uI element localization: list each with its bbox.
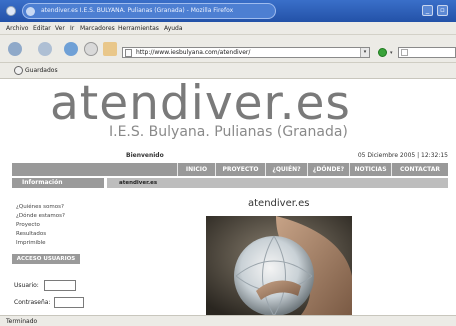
back-icon[interactable] bbox=[8, 42, 22, 56]
page-icon bbox=[125, 49, 132, 57]
side-link-proyecto[interactable]: Proyecto bbox=[16, 222, 65, 231]
featured-photo bbox=[206, 216, 352, 315]
minimize-button[interactable]: _ bbox=[422, 5, 433, 16]
nav-quien[interactable]: ¿QUIÉN? bbox=[265, 163, 307, 176]
forward-icon[interactable] bbox=[38, 42, 52, 56]
nav-contactar[interactable]: CONTACTAR bbox=[391, 163, 448, 176]
window-title-text: atendiver.es I.E.S. BULYANA. Pulianas (G… bbox=[41, 7, 234, 14]
menu-bar: Archivo Editar Ver Ir Marcadores Herrami… bbox=[0, 22, 456, 35]
address-dropdown-icon[interactable]: ▾ bbox=[360, 48, 369, 57]
nav-proyecto[interactable]: PROYECTO bbox=[215, 163, 265, 176]
go-dropdown-icon[interactable]: ▾ bbox=[390, 50, 395, 56]
side-link-quienes[interactable]: ¿Quiénes somos? bbox=[16, 204, 65, 213]
bookmarks-bar: Guardados bbox=[0, 63, 456, 79]
search-box[interactable] bbox=[398, 47, 456, 58]
go-icon[interactable] bbox=[378, 48, 387, 57]
window-menu-icon[interactable] bbox=[6, 6, 16, 16]
maximize-button[interactable]: ▫ bbox=[437, 5, 448, 16]
globe-icon bbox=[26, 7, 35, 16]
password-field[interactable] bbox=[54, 297, 84, 308]
username-field[interactable] bbox=[44, 280, 76, 291]
site-subtitle: I.E.S. Bulyana. Pulianas (Granada) bbox=[109, 124, 348, 140]
menu-herramientas[interactable]: Herramientas bbox=[118, 25, 159, 32]
login-pass-row: Contraseña: bbox=[14, 297, 84, 308]
date-text: 05 Diciembre 2005 | 12:32:15 bbox=[357, 152, 448, 159]
login-user-label: Usuario: bbox=[14, 282, 39, 289]
status-text: Terminado bbox=[6, 318, 38, 325]
nav-noticias[interactable]: NOTICIAS bbox=[349, 163, 391, 176]
menu-ir[interactable]: Ir bbox=[70, 25, 74, 32]
photo-illustration bbox=[206, 216, 352, 315]
nav-donde[interactable]: ¿DÓNDE? bbox=[307, 163, 349, 176]
menu-ayuda[interactable]: Ayuda bbox=[164, 25, 183, 32]
search-engine-icon[interactable] bbox=[401, 49, 408, 56]
address-text: http://www.iesbulyana.com/atendiver/ bbox=[136, 49, 251, 56]
menu-editar[interactable]: Editar bbox=[33, 25, 51, 32]
side-link-resultados[interactable]: Resultados bbox=[16, 231, 65, 240]
left-header: Información bbox=[12, 178, 104, 188]
address-bar[interactable]: http://www.iesbulyana.com/atendiver/ ▾ bbox=[122, 47, 370, 58]
login-user-row: Usuario: bbox=[14, 280, 76, 291]
nav-inicio[interactable]: INICIO bbox=[177, 163, 215, 176]
bookmark-guardados[interactable]: Guardados bbox=[25, 67, 58, 74]
login-pass-label: Contraseña: bbox=[14, 299, 51, 306]
stop-icon[interactable] bbox=[84, 42, 98, 56]
home-icon[interactable] bbox=[103, 42, 117, 56]
page-content: atendiver.es I.E.S. Bulyana. Pulianas (G… bbox=[0, 79, 456, 315]
menu-archivo[interactable]: Archivo bbox=[6, 25, 28, 32]
reload-icon[interactable] bbox=[64, 42, 78, 56]
window-titlebar: atendiver.es I.E.S. BULYANA. Pulianas (G… bbox=[0, 0, 456, 22]
status-bar: Terminado bbox=[0, 315, 456, 326]
site-logo[interactable]: atendiver.es bbox=[50, 79, 351, 129]
breadcrumb: atendiver.es bbox=[107, 178, 448, 188]
login-header: ACCESO USUARIOS bbox=[12, 254, 80, 264]
side-link-imprimible[interactable]: Imprimible bbox=[16, 240, 65, 249]
side-link-donde[interactable]: ¿Dónde estamos? bbox=[16, 213, 65, 222]
bookmark-icon bbox=[14, 66, 23, 75]
main-navigation: INICIO PROYECTO ¿QUIÉN? ¿DÓNDE? NOTICIAS… bbox=[12, 163, 448, 176]
navigation-toolbar: http://www.iesbulyana.com/atendiver/ ▾ ▾ bbox=[0, 35, 456, 63]
menu-marcadores[interactable]: Marcadores bbox=[80, 25, 115, 32]
menu-ver[interactable]: Ver bbox=[55, 25, 65, 32]
side-menu: ¿Quiénes somos? ¿Dónde estamos? Proyecto… bbox=[16, 204, 65, 249]
main-title: atendiver.es bbox=[248, 198, 310, 209]
welcome-text: Bienvenido bbox=[126, 152, 164, 159]
window-title: atendiver.es I.E.S. BULYANA. Pulianas (G… bbox=[22, 3, 276, 19]
